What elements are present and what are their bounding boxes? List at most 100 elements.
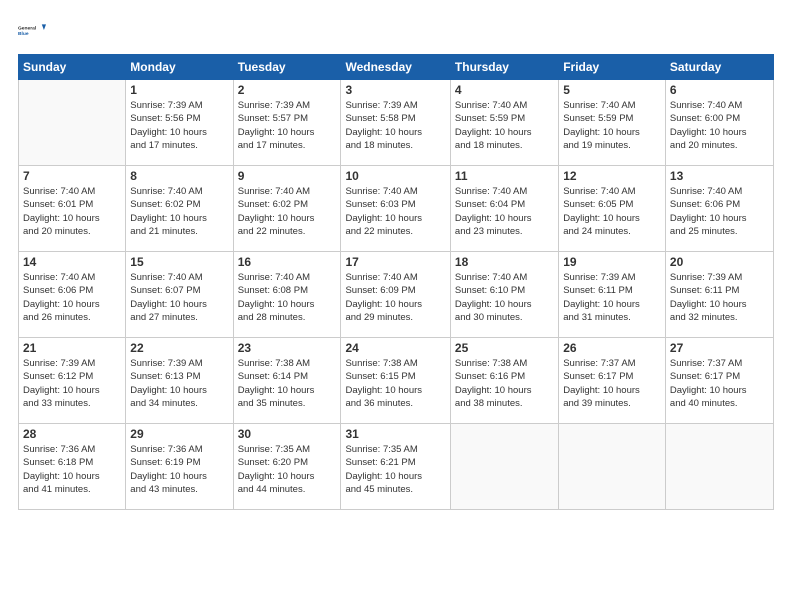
day-detail: Sunrise: 7:40 AM Sunset: 5:59 PM Dayligh… [563,99,661,152]
calendar-cell: 19Sunrise: 7:39 AM Sunset: 6:11 PM Dayli… [559,252,666,338]
calendar-cell: 5 Sunrise: 7:40 AM Sunset: 5:59 PM Daylig… [559,80,666,166]
day-detail: Sunrise: 7:39 AM Sunset: 5:56 PM Dayligh… [130,99,228,152]
svg-text:Blue: Blue [18,31,29,37]
day-detail: Sunrise: 7:36 AM Sunset: 6:18 PM Dayligh… [23,443,121,496]
calendar-table: SundayMondayTuesdayWednesdayThursdayFrid… [18,54,774,510]
day-number: 10 [345,169,445,183]
day-number: 25 [455,341,554,355]
calendar-cell: 9 Sunrise: 7:40 AM Sunset: 6:02 PM Daylig… [233,166,341,252]
day-number: 14 [23,255,121,269]
calendar-page: GeneralBlue SundayMondayTuesdayWednesday… [0,0,792,612]
logo: GeneralBlue [18,16,46,44]
day-number: 5 [563,83,661,97]
calendar-cell: 22 Sunrise: 7:39 AM Sunset: 6:13 PM Dayli… [126,338,233,424]
day-detail: Sunrise: 7:39 AM Sunset: 5:58 PM Dayligh… [345,99,445,152]
day-detail: Sunrise: 7:38 AM Sunset: 6:16 PM Dayligh… [455,357,554,410]
week-row-4: 21 Sunrise: 7:39 AM Sunset: 6:12 PM Dayli… [19,338,774,424]
calendar-cell: 11 Sunrise: 7:40 AM Sunset: 6:04 PM Dayli… [450,166,558,252]
day-detail: Sunrise: 7:40 AM Sunset: 6:09 PM Dayligh… [345,271,445,324]
week-row-1: 1 Sunrise: 7:39 AM Sunset: 5:56 PM Daylig… [19,80,774,166]
calendar-cell: 24 Sunrise: 7:38 AM Sunset: 6:15 PM Dayli… [341,338,450,424]
calendar-cell: 18 Sunrise: 7:40 AM Sunset: 6:10 PM Dayli… [450,252,558,338]
day-header-sunday: Sunday [19,55,126,80]
calendar-cell [19,80,126,166]
day-detail: Sunrise: 7:37 AM Sunset: 6:17 PM Dayligh… [563,357,661,410]
day-detail: Sunrise: 7:39 AM Sunset: 6:11 PM Dayligh… [563,271,661,324]
day-number: 9 [238,169,337,183]
day-number: 31 [345,427,445,441]
day-detail: Sunrise: 7:40 AM Sunset: 6:03 PM Dayligh… [345,185,445,238]
day-detail: Sunrise: 7:40 AM Sunset: 6:07 PM Dayligh… [130,271,228,324]
day-detail: Sunrise: 7:40 AM Sunset: 6:06 PM Dayligh… [670,185,769,238]
calendar-cell: 28Sunrise: 7:36 AM Sunset: 6:18 PM Dayli… [19,424,126,510]
calendar-cell: 21 Sunrise: 7:39 AM Sunset: 6:12 PM Dayli… [19,338,126,424]
day-detail: Sunrise: 7:38 AM Sunset: 6:14 PM Dayligh… [238,357,337,410]
day-number: 17 [345,255,445,269]
day-detail: Sunrise: 7:37 AM Sunset: 6:17 PM Dayligh… [670,357,769,410]
calendar-cell: 3 Sunrise: 7:39 AM Sunset: 5:58 PM Daylig… [341,80,450,166]
calendar-cell: 10 Sunrise: 7:40 AM Sunset: 6:03 PM Dayli… [341,166,450,252]
day-number: 16 [238,255,337,269]
day-detail: Sunrise: 7:40 AM Sunset: 6:02 PM Dayligh… [130,185,228,238]
day-detail: Sunrise: 7:36 AM Sunset: 6:19 PM Dayligh… [130,443,228,496]
calendar-cell: 4 Sunrise: 7:40 AM Sunset: 5:59 PM Daylig… [450,80,558,166]
day-number: 4 [455,83,554,97]
calendar-cell [665,424,773,510]
calendar-cell: 30 Sunrise: 7:35 AM Sunset: 6:20 PM Dayli… [233,424,341,510]
day-header-saturday: Saturday [665,55,773,80]
day-detail: Sunrise: 7:40 AM Sunset: 6:08 PM Dayligh… [238,271,337,324]
week-row-2: 7 Sunrise: 7:40 AM Sunset: 6:01 PM Daylig… [19,166,774,252]
day-detail: Sunrise: 7:39 AM Sunset: 6:12 PM Dayligh… [23,357,121,410]
day-detail: Sunrise: 7:35 AM Sunset: 6:21 PM Dayligh… [345,443,445,496]
week-row-5: 28Sunrise: 7:36 AM Sunset: 6:18 PM Dayli… [19,424,774,510]
day-number: 27 [670,341,769,355]
calendar-cell: 31 Sunrise: 7:35 AM Sunset: 6:21 PM Dayli… [341,424,450,510]
calendar-cell: 16 Sunrise: 7:40 AM Sunset: 6:08 PM Dayli… [233,252,341,338]
day-detail: Sunrise: 7:40 AM Sunset: 6:10 PM Dayligh… [455,271,554,324]
day-header-wednesday: Wednesday [341,55,450,80]
day-number: 20 [670,255,769,269]
day-detail: Sunrise: 7:40 AM Sunset: 6:01 PM Dayligh… [23,185,121,238]
calendar-cell: 7 Sunrise: 7:40 AM Sunset: 6:01 PM Daylig… [19,166,126,252]
day-header-friday: Friday [559,55,666,80]
day-detail: Sunrise: 7:40 AM Sunset: 6:02 PM Dayligh… [238,185,337,238]
week-row-3: 14 Sunrise: 7:40 AM Sunset: 6:06 PM Dayli… [19,252,774,338]
calendar-cell: 27 Sunrise: 7:37 AM Sunset: 6:17 PM Dayli… [665,338,773,424]
day-number: 6 [670,83,769,97]
day-number: 8 [130,169,228,183]
day-detail: Sunrise: 7:40 AM Sunset: 5:59 PM Dayligh… [455,99,554,152]
day-number: 13 [670,169,769,183]
day-number: 29 [130,427,228,441]
day-detail: Sunrise: 7:39 AM Sunset: 6:11 PM Dayligh… [670,271,769,324]
day-detail: Sunrise: 7:39 AM Sunset: 6:13 PM Dayligh… [130,357,228,410]
logo-icon: GeneralBlue [18,16,46,44]
calendar-cell: 8 Sunrise: 7:40 AM Sunset: 6:02 PM Daylig… [126,166,233,252]
day-detail: Sunrise: 7:35 AM Sunset: 6:20 PM Dayligh… [238,443,337,496]
calendar-cell: 13 Sunrise: 7:40 AM Sunset: 6:06 PM Dayli… [665,166,773,252]
calendar-cell: 15Sunrise: 7:40 AM Sunset: 6:07 PM Dayli… [126,252,233,338]
calendar-cell: 25 Sunrise: 7:38 AM Sunset: 6:16 PM Dayli… [450,338,558,424]
day-number: 3 [345,83,445,97]
calendar-cell [450,424,558,510]
svg-text:General: General [18,25,37,31]
header: GeneralBlue [18,16,774,44]
calendar-cell: 6Sunrise: 7:40 AM Sunset: 6:00 PM Daylig… [665,80,773,166]
day-number: 18 [455,255,554,269]
day-number: 26 [563,341,661,355]
day-detail: Sunrise: 7:38 AM Sunset: 6:15 PM Dayligh… [345,357,445,410]
day-number: 23 [238,341,337,355]
calendar-cell: 17 Sunrise: 7:40 AM Sunset: 6:09 PM Dayli… [341,252,450,338]
day-number: 21 [23,341,121,355]
day-header-tuesday: Tuesday [233,55,341,80]
day-number: 1 [130,83,228,97]
day-number: 30 [238,427,337,441]
day-detail: Sunrise: 7:40 AM Sunset: 6:06 PM Dayligh… [23,271,121,324]
day-detail: Sunrise: 7:40 AM Sunset: 6:04 PM Dayligh… [455,185,554,238]
day-number: 7 [23,169,121,183]
day-number: 11 [455,169,554,183]
calendar-cell: 2Sunrise: 7:39 AM Sunset: 5:57 PM Daylig… [233,80,341,166]
day-number: 22 [130,341,228,355]
day-number: 24 [345,341,445,355]
day-detail: Sunrise: 7:40 AM Sunset: 6:05 PM Dayligh… [563,185,661,238]
day-detail: Sunrise: 7:39 AM Sunset: 5:57 PM Dayligh… [238,99,337,152]
